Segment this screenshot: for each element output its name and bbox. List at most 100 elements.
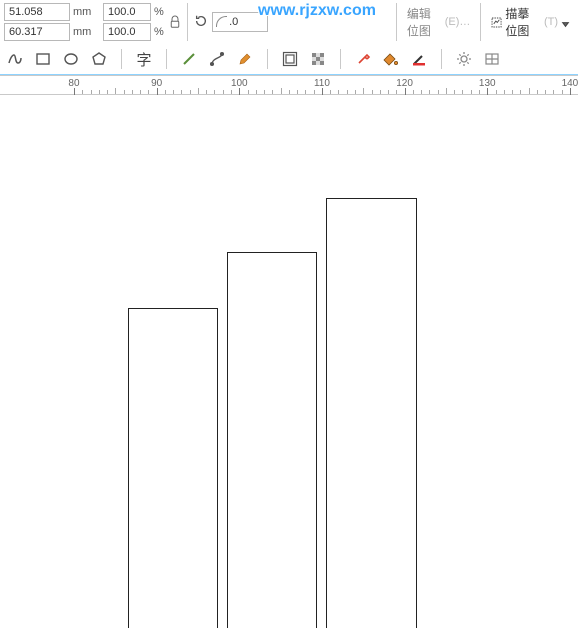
scale-group: 100.0 % 100.0 % bbox=[103, 3, 168, 41]
ruler-minor-tick bbox=[504, 90, 505, 94]
ruler-minor-tick bbox=[553, 90, 554, 94]
effects-group bbox=[279, 48, 329, 70]
ruler-minor-tick bbox=[297, 90, 298, 94]
ruler-minor-tick bbox=[124, 90, 125, 94]
ruler-minor-tick bbox=[462, 90, 463, 94]
trace-bitmap-hotkey: (T) bbox=[544, 16, 558, 28]
trace-bitmap-label: 描摹位图 bbox=[505, 5, 541, 39]
ruler-minor-tick bbox=[380, 90, 381, 94]
ruler-minor-tick bbox=[562, 90, 563, 94]
bezier-tool-icon[interactable] bbox=[206, 48, 228, 70]
ruler-minor-tick bbox=[289, 90, 290, 94]
ruler-minor-tick bbox=[347, 90, 348, 94]
ellipse-tool-icon[interactable] bbox=[60, 48, 82, 70]
misc-group bbox=[453, 48, 503, 70]
ruler-minor-tick bbox=[107, 90, 108, 94]
ruler-minor-tick bbox=[496, 90, 497, 94]
ruler-minor-tick bbox=[198, 88, 199, 94]
lock-ratio-button[interactable] bbox=[168, 5, 181, 39]
rectangle-shape[interactable] bbox=[128, 308, 218, 628]
ruler-major-tick: 120 bbox=[405, 76, 406, 96]
watermark-text: www.rjzxw.com bbox=[258, 2, 376, 20]
trace-bitmap-icon bbox=[491, 15, 502, 30]
width-row: 51.058 mm bbox=[4, 3, 99, 21]
property-bar: 51.058 mm 60.317 mm 100.0 % 100.0 % .0 w… bbox=[0, 0, 578, 44]
ruler-minor-tick bbox=[388, 90, 389, 94]
rectangle-shape[interactable] bbox=[227, 252, 317, 628]
ruler-minor-tick bbox=[479, 90, 480, 94]
separator-t3 bbox=[267, 49, 268, 69]
ruler-major-tick: 130 bbox=[487, 76, 488, 96]
ruler-minor-tick bbox=[471, 90, 472, 94]
ruler-minor-tick bbox=[165, 90, 166, 94]
settings-icon[interactable] bbox=[453, 48, 475, 70]
ruler-minor-tick bbox=[231, 90, 232, 94]
edit-group bbox=[178, 48, 256, 70]
ruler-major-tick: 110 bbox=[322, 76, 323, 96]
separator-3 bbox=[480, 3, 481, 41]
ruler-major-tick: 80 bbox=[74, 76, 75, 96]
rectangle-shape[interactable] bbox=[326, 198, 417, 628]
horizontal-ruler[interactable]: 8090100110120130140 bbox=[0, 75, 578, 95]
object-size-group: 51.058 mm 60.317 mm bbox=[4, 3, 99, 41]
separator-2 bbox=[396, 3, 397, 41]
transparency-tool-icon[interactable] bbox=[307, 48, 329, 70]
scale-y-unit: % bbox=[154, 26, 168, 38]
ruler-minor-tick bbox=[82, 90, 83, 94]
ruler-minor-tick bbox=[206, 90, 207, 94]
ruler-minor-tick bbox=[537, 90, 538, 94]
ruler-minor-tick bbox=[454, 90, 455, 94]
ruler-minor-tick bbox=[148, 90, 149, 94]
ruler-minor-tick bbox=[363, 88, 364, 94]
ruler-minor-tick bbox=[173, 90, 174, 94]
color-group bbox=[352, 48, 430, 70]
edit-bitmap-hotkey: (E)… bbox=[445, 16, 471, 28]
freehand-tool-icon[interactable] bbox=[4, 48, 26, 70]
ruler-minor-tick bbox=[529, 88, 530, 94]
height-input[interactable]: 60.317 bbox=[4, 23, 70, 41]
eyedropper-tool-icon[interactable] bbox=[352, 48, 374, 70]
separator-t5 bbox=[441, 49, 442, 69]
line-tool-icon[interactable] bbox=[178, 48, 200, 70]
scale-x-input[interactable]: 100.0 bbox=[103, 3, 151, 21]
outline-color-icon[interactable] bbox=[408, 48, 430, 70]
contour-tool-icon[interactable] bbox=[279, 48, 301, 70]
width-input[interactable]: 51.058 bbox=[4, 3, 70, 21]
scale-y-input[interactable]: 100.0 bbox=[103, 23, 151, 41]
table-tool-icon[interactable] bbox=[481, 48, 503, 70]
ruler-minor-tick bbox=[520, 90, 521, 94]
text-tool-icon[interactable]: 字 bbox=[133, 48, 155, 70]
scale-y-row: 100.0 % bbox=[103, 23, 168, 41]
pen-tool-icon[interactable] bbox=[234, 48, 256, 70]
ruler-minor-tick bbox=[413, 90, 414, 94]
ruler-minor-tick bbox=[281, 88, 282, 94]
ruler-minor-tick bbox=[115, 88, 116, 94]
fill-tool-icon[interactable] bbox=[380, 48, 402, 70]
trace-bitmap-dropdown-icon[interactable] bbox=[561, 18, 570, 27]
drawing-canvas[interactable] bbox=[0, 95, 578, 628]
scale-x-unit: % bbox=[154, 6, 168, 18]
ruler-minor-tick bbox=[256, 90, 257, 94]
rectangle-tool-icon[interactable] bbox=[32, 48, 54, 70]
tool-options-bar: 字 bbox=[0, 44, 578, 74]
edit-bitmap-button[interactable]: 编辑位图(E)… bbox=[403, 10, 475, 34]
ruler-minor-tick bbox=[214, 90, 215, 94]
ruler-minor-tick bbox=[132, 90, 133, 94]
edit-bitmap-label: 编辑位图 bbox=[407, 5, 442, 39]
ruler-minor-tick bbox=[446, 88, 447, 94]
ruler-minor-tick bbox=[264, 90, 265, 94]
rotate-icon bbox=[194, 14, 208, 31]
ruler-minor-tick bbox=[272, 90, 273, 94]
ruler-minor-tick bbox=[181, 90, 182, 94]
ruler-minor-tick bbox=[372, 90, 373, 94]
ruler-minor-tick bbox=[223, 90, 224, 94]
ruler-major-tick: 90 bbox=[157, 76, 158, 96]
height-unit: mm bbox=[73, 26, 99, 38]
ruler-minor-tick bbox=[338, 90, 339, 94]
scale-x-row: 100.0 % bbox=[103, 3, 168, 21]
ruler-minor-tick bbox=[512, 90, 513, 94]
polygon-tool-icon[interactable] bbox=[88, 48, 110, 70]
trace-bitmap-button[interactable]: 描摹位图(T) bbox=[487, 10, 574, 34]
ruler-minor-tick bbox=[140, 90, 141, 94]
ruler-minor-tick bbox=[91, 90, 92, 94]
